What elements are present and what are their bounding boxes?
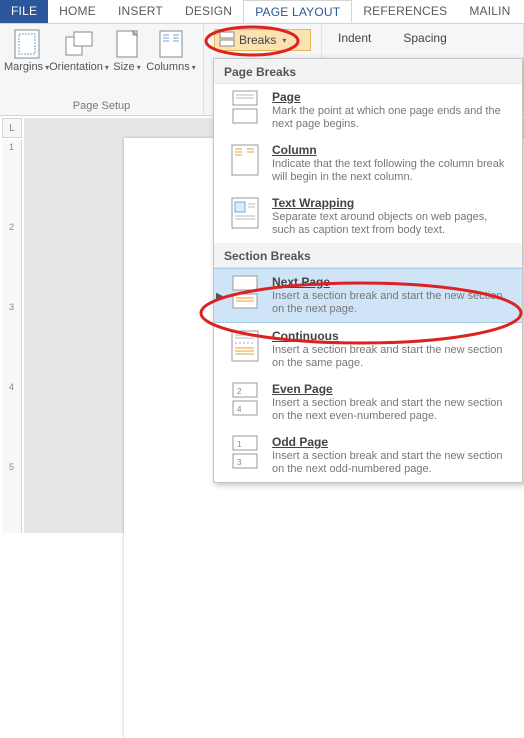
tab-mailings[interactable]: MAILIN	[458, 0, 521, 23]
tab-design[interactable]: DESIGN	[174, 0, 243, 23]
svg-text:3: 3	[237, 458, 242, 467]
ribbon-tabs: FILE HOME INSERT DESIGN PAGE LAYOUT REFE…	[0, 0, 524, 24]
break-continuous[interactable]: ContinuousInsert a section break and sta…	[214, 323, 522, 376]
column-break-icon	[228, 143, 262, 177]
spacing-label: Spacing	[403, 31, 446, 45]
break-text-wrapping[interactable]: Text WrappingSeparate text around object…	[214, 190, 522, 243]
ruler-corner[interactable]: L	[2, 118, 22, 138]
size-button[interactable]: Size▾	[109, 27, 145, 100]
dropdown-section-section-breaks: Section Breaks	[214, 243, 522, 268]
svg-text:2: 2	[237, 387, 242, 396]
indent-label: Indent	[338, 31, 371, 45]
break-even-page[interactable]: 24 Even PageInsert a section break and s…	[214, 376, 522, 429]
break-next-page[interactable]: ▶ Next PageInsert a section break and st…	[214, 268, 522, 323]
selected-arrow-icon: ▶	[216, 290, 223, 301]
vertical-ruler: 12345	[2, 140, 22, 533]
columns-icon	[156, 29, 186, 59]
margins-icon	[12, 29, 42, 59]
orientation-button[interactable]: Orientation▾	[51, 27, 107, 100]
breaks-dropdown: Page Breaks PageMark the point at which …	[213, 58, 523, 483]
next-page-break-icon	[228, 275, 262, 309]
dropdown-section-page-breaks: Page Breaks	[214, 59, 522, 84]
break-odd-page[interactable]: 13 Odd PageInsert a section break and st…	[214, 429, 522, 482]
tab-insert[interactable]: INSERT	[107, 0, 174, 23]
tab-page-layout[interactable]: PAGE LAYOUT	[243, 0, 352, 23]
even-page-break-icon: 24	[228, 382, 262, 416]
group-page-setup: Margins▾ Orientation▾ Size▾ Columns▾	[0, 24, 204, 115]
breaks-icon	[219, 31, 235, 50]
tab-home[interactable]: HOME	[48, 0, 107, 23]
tab-references[interactable]: REFERENCES	[352, 0, 458, 23]
text-wrap-break-icon	[228, 196, 262, 230]
continuous-break-icon	[228, 329, 262, 363]
svg-text:4: 4	[237, 405, 242, 414]
break-column[interactable]: ColumnIndicate that the text following t…	[214, 137, 522, 190]
columns-button[interactable]: Columns▾	[147, 27, 195, 100]
svg-text:1: 1	[237, 440, 242, 449]
breaks-button[interactable]: Breaks▾	[214, 29, 311, 51]
break-page[interactable]: PageMark the point at which one page end…	[214, 84, 522, 137]
tab-file[interactable]: FILE	[0, 0, 48, 23]
margins-button[interactable]: Margins▾	[4, 27, 49, 100]
orientation-icon	[64, 29, 94, 59]
odd-page-break-icon: 13	[228, 435, 262, 469]
group-label-page-setup: Page Setup	[4, 100, 199, 115]
size-icon	[112, 29, 142, 59]
page-break-icon	[228, 90, 262, 124]
